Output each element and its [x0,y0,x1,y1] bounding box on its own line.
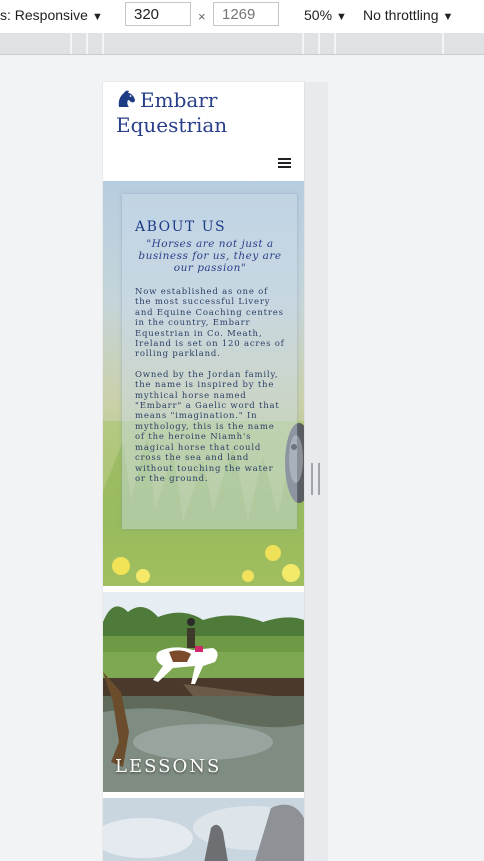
lessons-card[interactable]: LESSONS [103,592,304,792]
horse-logo-icon [118,90,135,107]
device-label: s: Responsive [0,7,88,23]
media-query-marker[interactable] [334,33,336,54]
device-toolbar: s: Responsive▼ × 50%▼ No throttling▼ [0,0,484,33]
throttling-label: No throttling [363,7,439,23]
viewport-resize-handle[interactable] [311,463,320,495]
about-title: ABOUT US [135,218,227,235]
zoom-label: 50% [304,7,333,23]
media-query-marker[interactable] [302,33,304,54]
zoom-select[interactable]: 50% ▼ [304,7,347,23]
next-card-photo [103,798,304,861]
chevron-down-icon: ▼ [336,11,347,23]
chevron-down-icon: ▼ [91,11,103,23]
about-paragraph: Owned by the Jordan family, the name is … [135,369,280,484]
emulated-viewport: Embarr Equestrian ABOUT US "Horses are n… [103,82,304,861]
site-header: Embarr Equestrian [103,82,304,181]
brand-link[interactable]: Embarr Equestrian [116,88,296,138]
media-query-marker[interactable] [102,33,104,54]
about-paragraph: Now established as one of the most succe… [135,287,285,360]
width-input[interactable] [125,2,191,26]
throttling-select[interactable]: No throttling ▼ [363,7,453,23]
lessons-label: LESSONS [115,756,222,777]
dimension-separator: × [198,9,206,24]
chevron-down-icon: ▼ [442,11,454,23]
menu-icon[interactable] [278,158,291,168]
media-query-marker[interactable] [70,33,72,54]
about-quote: "Horses are not just a business for us, … [138,238,282,274]
media-query-marker[interactable] [86,33,88,54]
next-card[interactable] [103,798,304,861]
about-section: ABOUT US "Horses are not just a business… [103,181,304,586]
about-body: Now established as one of the most succe… [135,287,285,494]
height-input[interactable] [213,2,279,26]
media-query-bar[interactable] [0,33,484,55]
media-query-marker[interactable] [318,33,320,54]
device-select[interactable]: s: Responsive ▼ [0,7,103,23]
media-query-marker[interactable] [442,33,444,54]
